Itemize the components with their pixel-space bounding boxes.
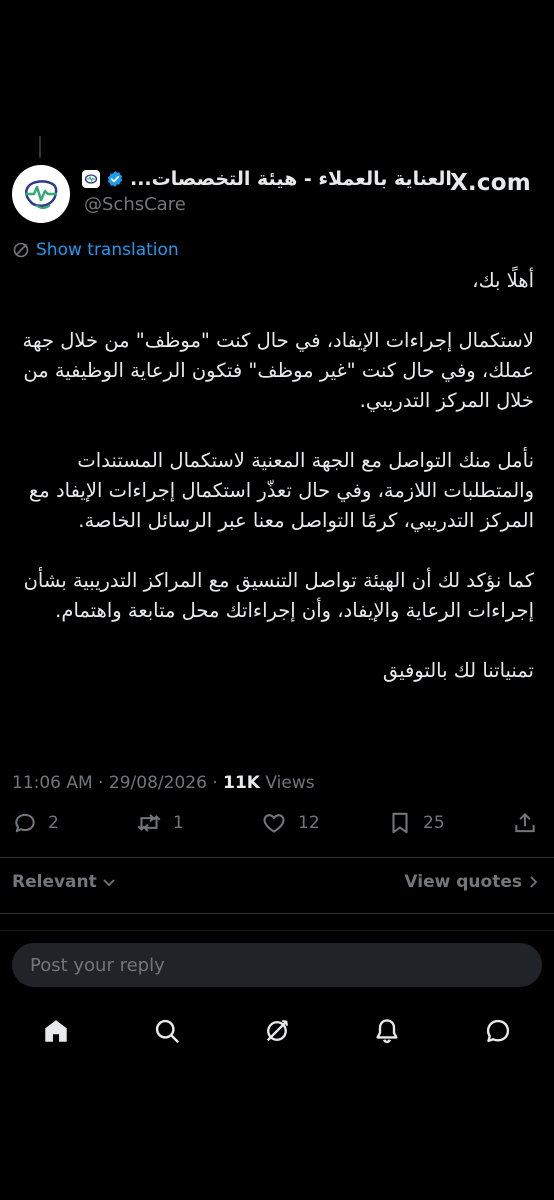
nav-notifications[interactable] (372, 1016, 402, 1046)
reply-sort-label: Relevant (12, 872, 97, 892)
divider (0, 913, 554, 914)
home-icon (45, 1020, 67, 1042)
bottom-navigation (0, 1006, 554, 1056)
share-icon (515, 812, 535, 833)
divider (0, 930, 554, 931)
reply-icon (15, 813, 35, 833)
repost-count: 1 (173, 813, 184, 833)
share-button[interactable] (512, 810, 538, 836)
reply-button[interactable]: 2 (12, 810, 59, 836)
view-quotes-link[interactable]: View quotes (404, 872, 540, 892)
messages-icon (486, 1019, 510, 1043)
bookmark-count: 25 (423, 813, 445, 833)
views-label: Views (265, 773, 315, 793)
source-label-text: X.com (450, 170, 531, 196)
reply-sort-dropdown[interactable]: Relevant (12, 872, 117, 892)
reply-count: 2 (48, 813, 59, 833)
show-translation-link[interactable]: Show translation (12, 240, 179, 260)
translate-icon (13, 242, 29, 258)
chevron-right-icon (530, 876, 538, 888)
search-icon (155, 1019, 179, 1043)
divider (0, 857, 554, 858)
bookmark-icon (392, 812, 408, 834)
author-handle[interactable]: @SchsCare (84, 194, 186, 215)
reply-input[interactable] (28, 953, 526, 977)
tweet-body: أهلًا بك، لاستكمال إجراءات الإيفاد، في ح… (12, 266, 535, 686)
tweet-paragraph: تمنياتنا لك بالتوفيق (382, 659, 534, 682)
repost-icon (137, 814, 161, 832)
show-translation-label: Show translation (36, 240, 179, 260)
notifications-icon (376, 1019, 398, 1044)
like-button[interactable]: 12 (260, 810, 320, 836)
thread-connector-line (39, 136, 41, 158)
nav-search[interactable] (152, 1016, 182, 1046)
avatar[interactable] (12, 165, 70, 223)
verified-badge-icon (107, 171, 123, 187)
affiliation-badge-icon (82, 170, 100, 188)
tweet-paragraph: نأمل منك التواصل مع الجهة المعنية لاستكم… (28, 449, 534, 532)
like-count: 12 (298, 813, 320, 833)
bookmark-button[interactable]: 25 (387, 810, 445, 836)
author-display-name: العناية بالعملاء - هيئة التخصصات... (130, 168, 452, 190)
author-name-row[interactable]: العناية بالعملاء - هيئة التخصصات... (82, 168, 452, 190)
tweet-paragraph: لاستكمال إجراءات الإيفاد، في حال كنت "مو… (22, 329, 535, 412)
chevron-down-icon (103, 879, 115, 887)
source-label: X.com (450, 170, 531, 196)
tweet-actions-bar: 2 1 12 25 (0, 810, 554, 850)
tweet-paragraph: أهلًا بك، (472, 269, 534, 292)
schs-logo-icon (24, 180, 58, 209)
heart-icon (263, 814, 285, 833)
tweet-time[interactable]: 11:06 AM (12, 773, 93, 793)
view-quotes-label: View quotes (404, 872, 522, 892)
reply-composer[interactable] (12, 943, 542, 987)
tweet-paragraph: كما نؤكد لك أن الهيئة تواصل التنسيق مع ا… (23, 569, 534, 622)
nav-messages[interactable] (483, 1016, 513, 1046)
views-count: 11K (223, 773, 260, 793)
nav-grok[interactable] (262, 1016, 292, 1046)
grok-icon (266, 1020, 288, 1042)
nav-home[interactable] (41, 1016, 71, 1046)
repost-button[interactable]: 1 (135, 810, 184, 836)
tweet-meta: 11:06 AM · 29/08/2026 · 11K Views (12, 773, 315, 793)
tweet-date[interactable]: 29/08/2026 (109, 773, 207, 793)
